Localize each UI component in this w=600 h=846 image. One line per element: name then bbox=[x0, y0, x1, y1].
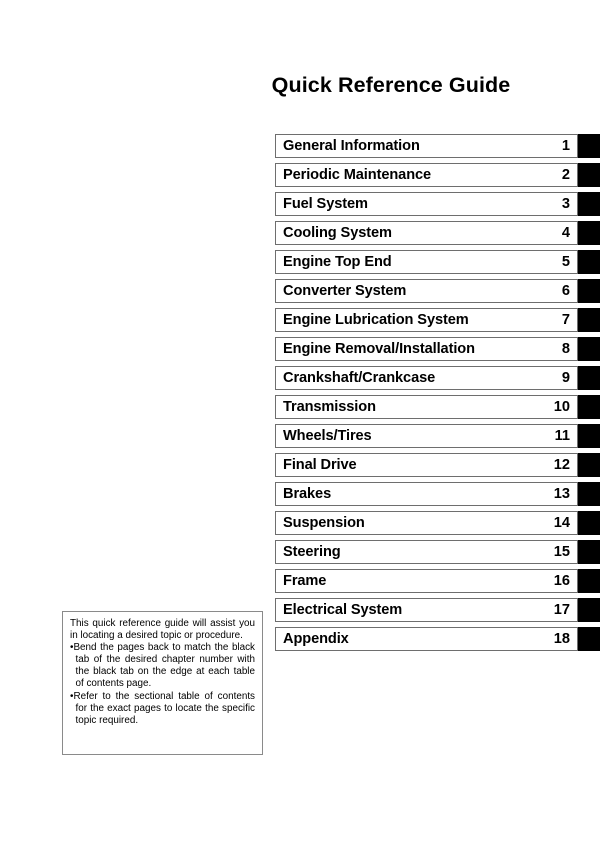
chapter-number: 7 bbox=[561, 311, 570, 328]
chapter-label: Suspension bbox=[283, 514, 365, 531]
chapter-black-tab bbox=[578, 250, 600, 274]
chapter-number: 6 bbox=[561, 282, 570, 299]
chapter-row[interactable]: Converter System 6 bbox=[275, 279, 600, 303]
chapter-row[interactable]: Transmission 10 bbox=[275, 395, 600, 419]
chapter-row[interactable]: Engine Lubrication System 7 bbox=[275, 308, 600, 332]
chapter-black-tab bbox=[578, 192, 600, 216]
chapter-label: Transmission bbox=[283, 398, 376, 415]
note-intro-text: This quick reference guide will assist y… bbox=[70, 618, 255, 642]
chapter-row[interactable]: Electrical System 17 bbox=[275, 598, 600, 622]
chapter-number: 2 bbox=[561, 166, 570, 183]
chapter-number: 8 bbox=[561, 340, 570, 357]
chapter-row[interactable]: Appendix 18 bbox=[275, 627, 600, 651]
chapter-number: 4 bbox=[561, 224, 570, 241]
note-bullet-item: •Refer to the sectional table of content… bbox=[70, 691, 255, 727]
note-bullet-text: Refer to the sectional table of contents… bbox=[73, 690, 255, 726]
chapter-number: 1 bbox=[561, 137, 570, 154]
chapter-box[interactable]: Transmission 10 bbox=[275, 395, 578, 419]
chapter-label: Fuel System bbox=[283, 195, 368, 212]
chapter-box[interactable]: Cooling System 4 bbox=[275, 221, 578, 245]
chapter-number: 15 bbox=[553, 543, 570, 560]
chapter-label: Engine Top End bbox=[283, 253, 392, 270]
chapter-black-tab bbox=[578, 627, 600, 651]
chapter-number: 17 bbox=[553, 601, 570, 618]
quick-reference-note-box: This quick reference guide will assist y… bbox=[62, 611, 263, 755]
chapter-row[interactable]: Frame 16 bbox=[275, 569, 600, 593]
chapter-box[interactable]: Engine Top End 5 bbox=[275, 250, 578, 274]
chapter-label: Appendix bbox=[283, 630, 349, 647]
chapter-box[interactable]: Brakes 13 bbox=[275, 482, 578, 506]
chapter-row[interactable]: General Information 1 bbox=[275, 134, 600, 158]
chapter-label: Electrical System bbox=[283, 601, 403, 618]
chapter-row[interactable]: Wheels/Tires 11 bbox=[275, 424, 600, 448]
chapter-row[interactable]: Engine Top End 5 bbox=[275, 250, 600, 274]
chapter-black-tab bbox=[578, 308, 600, 332]
chapter-row[interactable]: Fuel System 3 bbox=[275, 192, 600, 216]
chapter-box[interactable]: Suspension 14 bbox=[275, 511, 578, 535]
chapter-label: Engine Lubrication System bbox=[283, 311, 469, 328]
chapter-black-tab bbox=[578, 366, 600, 390]
chapter-label: Cooling System bbox=[283, 224, 392, 241]
note-bullet-item: •Bend the pages back to match the black … bbox=[70, 642, 255, 690]
chapter-box[interactable]: Periodic Maintenance 2 bbox=[275, 163, 578, 187]
chapter-label: Final Drive bbox=[283, 456, 357, 473]
chapter-row[interactable]: Steering 15 bbox=[275, 540, 600, 564]
page-canvas: Quick Reference Guide General Informatio… bbox=[0, 0, 600, 846]
chapter-number: 18 bbox=[553, 630, 570, 647]
chapter-black-tab bbox=[578, 337, 600, 361]
chapter-row[interactable]: Crankshaft/Crankcase 9 bbox=[275, 366, 600, 390]
chapter-row[interactable]: Periodic Maintenance 2 bbox=[275, 163, 600, 187]
chapter-number: 5 bbox=[561, 253, 570, 270]
chapter-number: 16 bbox=[553, 572, 570, 589]
chapter-number: 10 bbox=[553, 398, 570, 415]
chapter-row[interactable]: Cooling System 4 bbox=[275, 221, 600, 245]
page-title: Quick Reference Guide bbox=[271, 73, 511, 98]
chapter-box[interactable]: Crankshaft/Crankcase 9 bbox=[275, 366, 578, 390]
chapter-number: 12 bbox=[553, 456, 570, 473]
note-bullet-text: Bend the pages back to match the black t… bbox=[73, 642, 255, 690]
chapter-box[interactable]: Fuel System 3 bbox=[275, 192, 578, 216]
chapter-black-tab bbox=[578, 598, 600, 622]
chapter-row[interactable]: Final Drive 12 bbox=[275, 453, 600, 477]
chapter-label: General Information bbox=[283, 137, 420, 154]
chapter-label: Crankshaft/Crankcase bbox=[283, 369, 436, 386]
chapter-number: 3 bbox=[561, 195, 570, 212]
chapter-box[interactable]: Frame 16 bbox=[275, 569, 578, 593]
chapter-index-table: General Information 1 Periodic Maintenance… bbox=[275, 134, 600, 651]
chapter-black-tab bbox=[578, 279, 600, 303]
chapter-label: Frame bbox=[283, 572, 327, 589]
chapter-box[interactable]: Steering 15 bbox=[275, 540, 578, 564]
chapter-row[interactable]: Suspension 14 bbox=[275, 511, 600, 535]
chapter-label: Engine Removal/Installation bbox=[283, 340, 475, 357]
chapter-box[interactable]: Appendix 18 bbox=[275, 627, 578, 651]
chapter-box[interactable]: Electrical System 17 bbox=[275, 598, 578, 622]
chapter-box[interactable]: Converter System 6 bbox=[275, 279, 578, 303]
chapter-black-tab bbox=[578, 540, 600, 564]
chapter-box[interactable]: Engine Removal/Installation 8 bbox=[275, 337, 578, 361]
chapter-label: Converter System bbox=[283, 282, 407, 299]
chapter-black-tab bbox=[578, 221, 600, 245]
chapter-black-tab bbox=[578, 453, 600, 477]
chapter-black-tab bbox=[578, 424, 600, 448]
chapter-box[interactable]: General Information 1 bbox=[275, 134, 578, 158]
chapter-black-tab bbox=[578, 482, 600, 506]
chapter-black-tab bbox=[578, 134, 600, 158]
chapter-number: 9 bbox=[561, 369, 570, 386]
chapter-number: 13 bbox=[553, 485, 570, 502]
chapter-black-tab bbox=[578, 395, 600, 419]
chapter-label: Wheels/Tires bbox=[283, 427, 372, 444]
chapter-black-tab bbox=[578, 511, 600, 535]
chapter-box[interactable]: Wheels/Tires 11 bbox=[275, 424, 578, 448]
chapter-row[interactable]: Brakes 13 bbox=[275, 482, 600, 506]
chapter-label: Periodic Maintenance bbox=[283, 166, 432, 183]
chapter-label: Brakes bbox=[283, 485, 332, 502]
chapter-box[interactable]: Engine Lubrication System 7 bbox=[275, 308, 578, 332]
chapter-row[interactable]: Engine Removal/Installation 8 bbox=[275, 337, 600, 361]
chapter-black-tab bbox=[578, 569, 600, 593]
chapter-number: 11 bbox=[554, 427, 570, 444]
chapter-black-tab bbox=[578, 163, 600, 187]
chapter-number: 14 bbox=[553, 514, 570, 531]
chapter-label: Steering bbox=[283, 543, 341, 560]
chapter-box[interactable]: Final Drive 12 bbox=[275, 453, 578, 477]
